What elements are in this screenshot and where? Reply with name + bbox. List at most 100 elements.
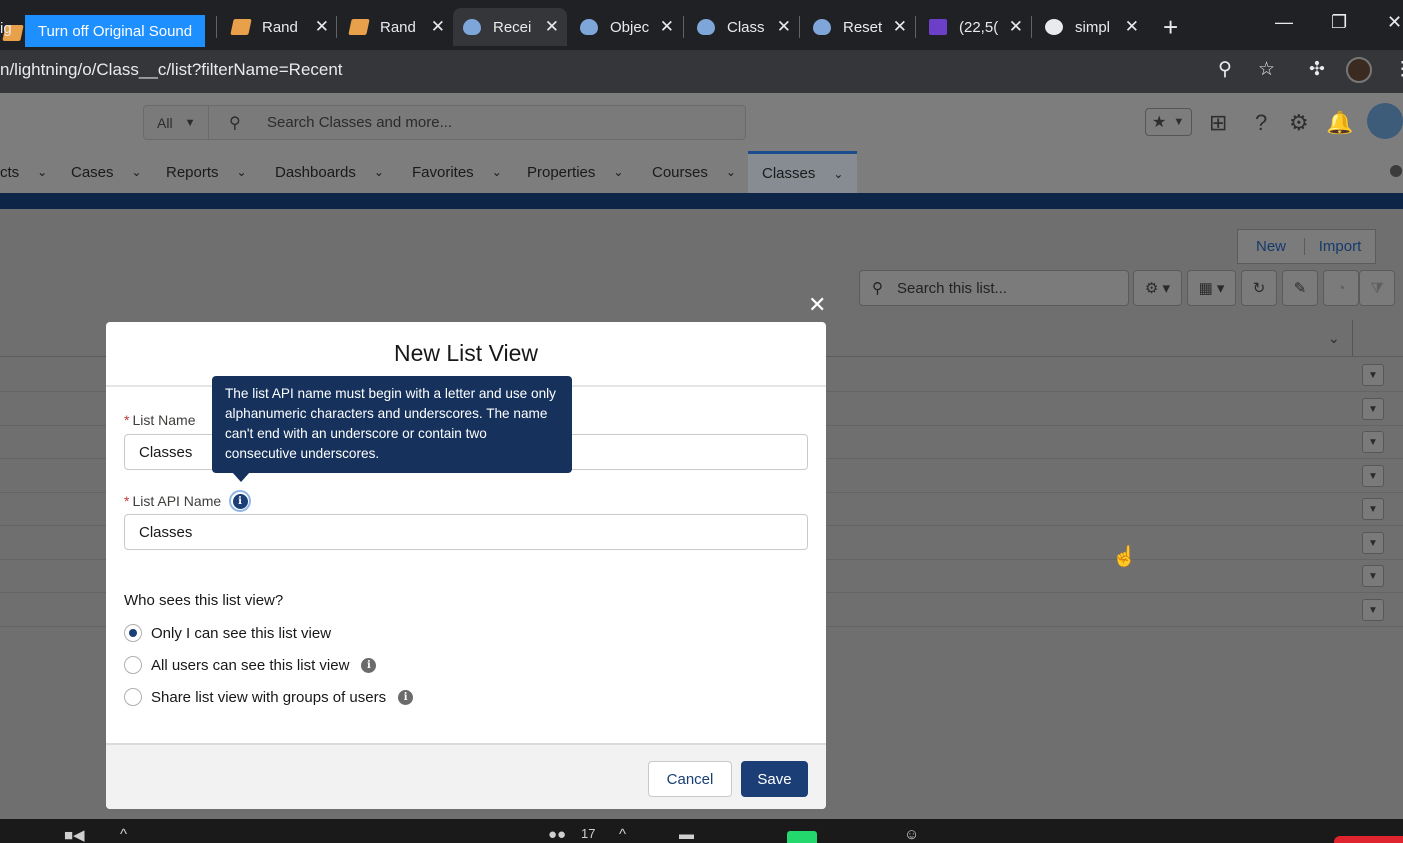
- row-actions-button[interactable]: ▼: [1362, 364, 1384, 386]
- row-actions-button[interactable]: ▼: [1362, 398, 1384, 420]
- chevron-down-icon[interactable]: ⌄: [374, 165, 384, 179]
- share-screen-icon[interactable]: [787, 831, 817, 843]
- chevron-down-icon[interactable]: ⌄: [726, 165, 736, 179]
- refresh-button[interactable]: ↻: [1241, 270, 1277, 306]
- global-search-input[interactable]: ⚲ Search Classes and more...: [208, 105, 746, 140]
- close-icon[interactable]: ✕: [777, 17, 791, 37]
- search-scope-dropdown[interactable]: All ▼: [143, 105, 209, 140]
- info-icon[interactable]: i: [398, 689, 414, 705]
- url-field[interactable]: n/lightning/o/Class__c/list?filterName=R…: [0, 60, 343, 80]
- close-icon[interactable]: ✕: [431, 17, 445, 37]
- cancel-button[interactable]: Cancel: [648, 761, 732, 797]
- notifications-bell-icon[interactable]: 🔔: [1326, 110, 1353, 136]
- row-actions-button[interactable]: ▼: [1362, 565, 1384, 587]
- display-as-button[interactable]: ▦ ▾: [1187, 270, 1236, 306]
- chat-icon[interactable]: ▬: [679, 826, 694, 843]
- turn-off-original-sound-button[interactable]: Turn off Original Sound: [25, 15, 205, 47]
- chevron-down-icon[interactable]: ⌄: [237, 165, 247, 179]
- minimize-icon[interactable]: —: [1275, 12, 1293, 33]
- chevron-down-icon: ▼: [1173, 116, 1185, 128]
- close-icon[interactable]: ✕: [545, 17, 559, 37]
- new-button[interactable]: New: [1238, 238, 1306, 255]
- radio-button-selected[interactable]: [124, 624, 142, 642]
- row-actions-button[interactable]: ▼: [1362, 599, 1384, 621]
- participants-icon[interactable]: ●●: [548, 826, 566, 843]
- favorites-button[interactable]: ★ ▼: [1145, 108, 1192, 136]
- save-button[interactable]: Save: [741, 761, 808, 797]
- radio-only-me[interactable]: Only I can see this list view: [124, 624, 331, 642]
- row-actions-button[interactable]: ▼: [1362, 431, 1384, 453]
- close-icon[interactable]: ✕: [660, 17, 674, 37]
- tab-rand-1[interactable]: Rand ✕: [222, 8, 337, 46]
- close-icon[interactable]: ✕: [1125, 17, 1139, 37]
- nav-item-classes[interactable]: Classes ⌄: [748, 151, 858, 193]
- modal-close-button[interactable]: ✕: [808, 292, 826, 318]
- nav-item-contacts[interactable]: cts ⌄: [0, 151, 47, 193]
- chevron-down-icon[interactable]: ⌄: [37, 165, 47, 179]
- radio-share-groups[interactable]: Share list view with groups of users i: [124, 688, 414, 706]
- list-search-input[interactable]: ⚲ Search this list...: [859, 270, 1129, 306]
- chevron-down-icon[interactable]: ⌄: [492, 165, 502, 179]
- browser-profile-avatar[interactable]: [1346, 57, 1372, 83]
- tab-reset[interactable]: Reset ✕: [803, 8, 915, 46]
- zoom-magnifier-icon[interactable]: ⚲: [1218, 58, 1232, 81]
- tab-separator: [915, 16, 916, 38]
- row-actions-button[interactable]: ▼: [1362, 465, 1384, 487]
- tab-mail[interactable]: (22,5( ✕: [919, 8, 1031, 46]
- bookmark-star-icon[interactable]: ☆: [1258, 58, 1275, 81]
- chevron-up-icon[interactable]: ^: [120, 826, 127, 843]
- tab-object[interactable]: Objec ✕: [570, 8, 682, 46]
- nav-item-favorites[interactable]: Favorites ⌄: [412, 151, 502, 193]
- info-icon[interactable]: i: [361, 657, 377, 673]
- nav-item-reports[interactable]: Reports ⌄: [166, 151, 247, 193]
- tab-separator: [1031, 16, 1032, 38]
- list-settings-button[interactable]: ⚙ ▾: [1133, 270, 1182, 306]
- tab-class[interactable]: Class ✕: [687, 8, 799, 46]
- video-camera-icon[interactable]: ■◀: [64, 826, 85, 843]
- salesforce-cloud-icon: [463, 19, 481, 35]
- reactions-icon[interactable]: ☺: [904, 826, 919, 843]
- column-divider: [1352, 320, 1353, 356]
- chevron-down-icon[interactable]: ⌄: [833, 167, 843, 181]
- restore-icon[interactable]: ❐: [1331, 12, 1347, 33]
- nav-item-label: Classes: [762, 165, 816, 182]
- chevron-down-icon[interactable]: ⌄: [613, 165, 623, 179]
- chevron-down-icon[interactable]: ⌄: [132, 165, 142, 179]
- extensions-puzzle-icon[interactable]: ✣: [1309, 58, 1325, 81]
- radio-all-users[interactable]: All users can see this list view i: [124, 656, 377, 674]
- api-name-help-button[interactable]: i: [229, 490, 251, 512]
- filter-button[interactable]: ⧩: [1359, 270, 1395, 306]
- info-icon[interactable]: [1390, 165, 1402, 177]
- nav-item-properties[interactable]: Properties ⌄: [527, 151, 623, 193]
- close-icon[interactable]: ✕: [1009, 17, 1023, 37]
- tooltip-pointer: [232, 472, 250, 482]
- new-tab-button[interactable]: +: [1163, 12, 1178, 43]
- radio-button[interactable]: [124, 656, 142, 674]
- nav-item-cases[interactable]: Cases ⌄: [71, 151, 142, 193]
- mail-icon: [929, 19, 947, 35]
- edit-list-button[interactable]: ✎: [1282, 270, 1318, 306]
- column-chevron-down-icon[interactable]: ⌄: [1328, 330, 1340, 347]
- browser-menu-icon[interactable]: ⋮: [1393, 58, 1403, 81]
- tab-rand-2[interactable]: Rand ✕: [340, 8, 453, 46]
- user-avatar[interactable]: [1367, 103, 1403, 139]
- global-actions-icon[interactable]: ⊞: [1209, 110, 1227, 136]
- nav-item-courses[interactable]: Courses ⌄: [652, 151, 736, 193]
- hand-cursor-icon: ☝: [1112, 546, 1137, 568]
- api-name-input[interactable]: Classes: [124, 514, 808, 550]
- close-window-icon[interactable]: ✕: [1387, 12, 1402, 33]
- chart-button[interactable]: ◔: [1323, 270, 1359, 306]
- chevron-up-icon[interactable]: ^: [619, 826, 626, 843]
- row-actions-button[interactable]: ▼: [1362, 498, 1384, 520]
- help-icon[interactable]: ?: [1255, 110, 1267, 136]
- close-icon[interactable]: ✕: [893, 17, 907, 37]
- nav-item-dashboards[interactable]: Dashboards ⌄: [275, 151, 384, 193]
- tab-github[interactable]: simpl ✕: [1035, 8, 1147, 46]
- import-button[interactable]: Import: [1305, 238, 1375, 255]
- radio-button[interactable]: [124, 688, 142, 706]
- setup-gear-icon[interactable]: ⚙: [1289, 110, 1309, 136]
- end-meeting-button[interactable]: [1334, 836, 1403, 843]
- row-actions-button[interactable]: ▼: [1362, 532, 1384, 554]
- close-icon[interactable]: ✕: [315, 17, 329, 37]
- tab-recent-active[interactable]: Recei ✕: [453, 8, 567, 46]
